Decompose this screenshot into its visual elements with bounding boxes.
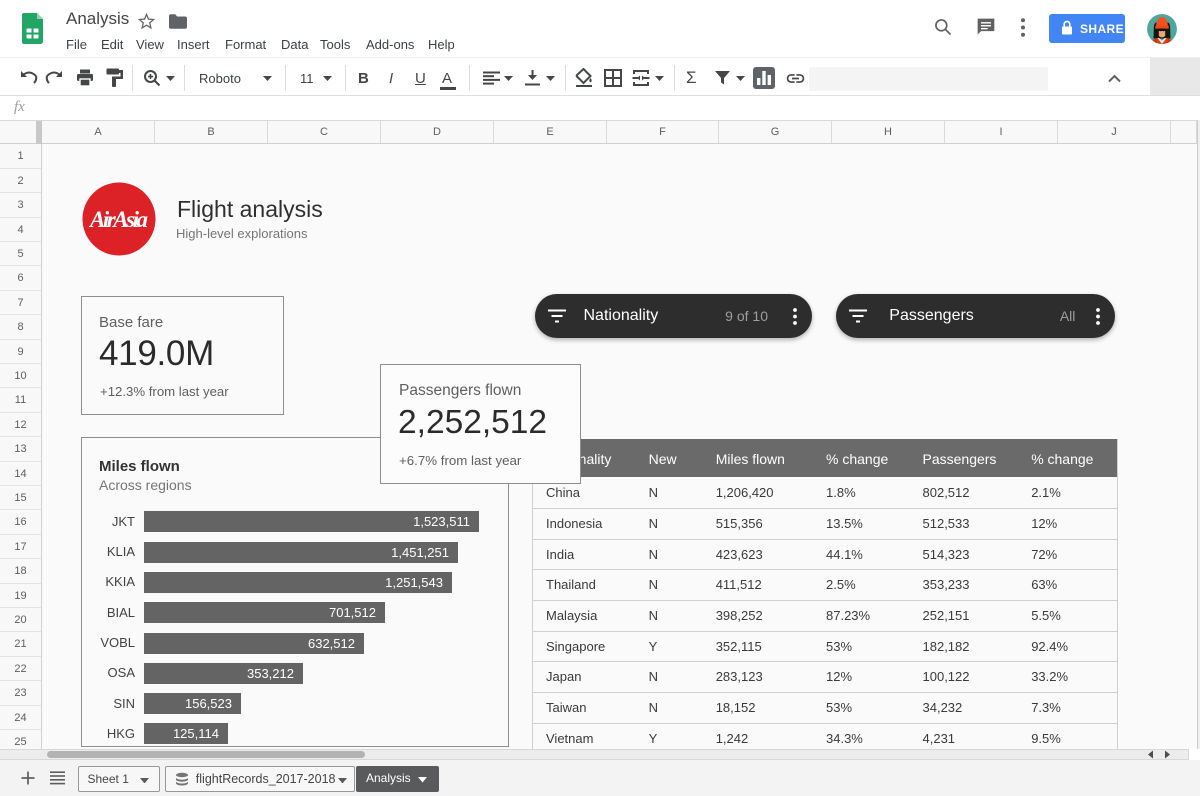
svg-text:AirAsia: AirAsia <box>88 207 148 232</box>
